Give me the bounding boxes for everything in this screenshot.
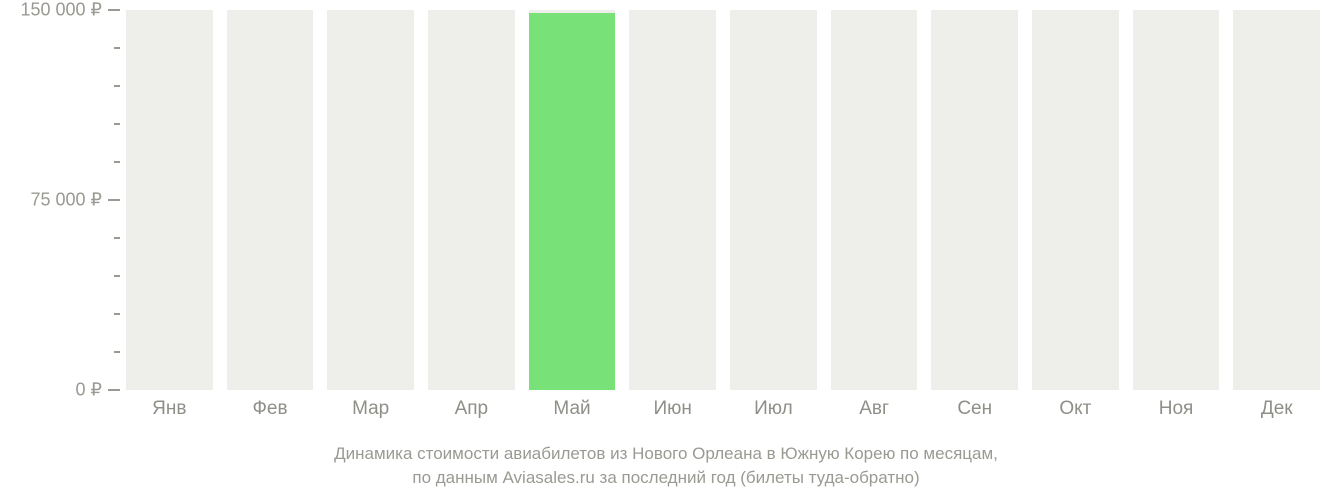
x-axis-label: Ноя <box>1133 398 1220 420</box>
bar-background <box>227 10 314 390</box>
bar-background <box>1032 10 1119 390</box>
bar-value <box>529 13 616 390</box>
x-axis-label: Июн <box>629 398 716 420</box>
y-tick-label: 0 ₽ <box>76 380 102 401</box>
bar-slot <box>327 10 414 390</box>
bar-slot <box>1233 10 1320 390</box>
bar-background <box>327 10 414 390</box>
bar-background <box>831 10 918 390</box>
bar-slot <box>730 10 817 390</box>
x-axis-labels: Янв Фев Мар Апр Май Июн Июл Авг Сен Окт Ноя Дек <box>120 398 1320 420</box>
x-axis-label: Дек <box>1233 398 1320 420</box>
y-tick-mark <box>108 9 120 11</box>
bar-background <box>428 10 515 390</box>
bar-slot <box>629 10 716 390</box>
y-tick-mark <box>108 389 120 391</box>
bar-slot <box>931 10 1018 390</box>
x-axis-label: Авг <box>831 398 918 420</box>
x-axis-label: Фев <box>227 398 314 420</box>
x-axis-label: Апр <box>428 398 515 420</box>
bar-background <box>730 10 817 390</box>
x-axis-label: Июл <box>730 398 817 420</box>
chart-caption-line2: по данным Aviasales.ru за последний год … <box>0 466 1332 490</box>
chart-caption-line1: Динамика стоимости авиабилетов из Нового… <box>0 442 1332 466</box>
bar-slot <box>227 10 314 390</box>
bar-slot <box>831 10 918 390</box>
bar-background <box>931 10 1018 390</box>
x-axis-label: Май <box>529 398 616 420</box>
price-by-month-chart: 0 ₽75 000 ₽150 000 ₽ ЯнвФевМарАпрМайИюнИ… <box>0 0 1332 502</box>
y-tick-label: 150 000 ₽ <box>20 0 102 21</box>
bar-background <box>126 10 213 390</box>
y-axis: 0 ₽75 000 ₽150 000 ₽ <box>0 10 120 390</box>
bar-background <box>1233 10 1320 390</box>
bar-background <box>1133 10 1220 390</box>
bar-slot <box>529 10 616 390</box>
y-tick-label: 75 000 ₽ <box>30 190 102 211</box>
x-axis-label: Сен <box>931 398 1018 420</box>
bar-slot <box>1133 10 1220 390</box>
x-axis-label: Мар <box>327 398 414 420</box>
plot-area <box>120 10 1320 390</box>
bar-background <box>629 10 716 390</box>
bar-slot <box>1032 10 1119 390</box>
bars-group <box>120 10 1320 390</box>
bar-slot <box>126 10 213 390</box>
bar-slot <box>428 10 515 390</box>
x-axis-label: Окт <box>1032 398 1119 420</box>
y-tick-mark <box>108 199 120 201</box>
x-axis-label: Янв <box>126 398 213 420</box>
